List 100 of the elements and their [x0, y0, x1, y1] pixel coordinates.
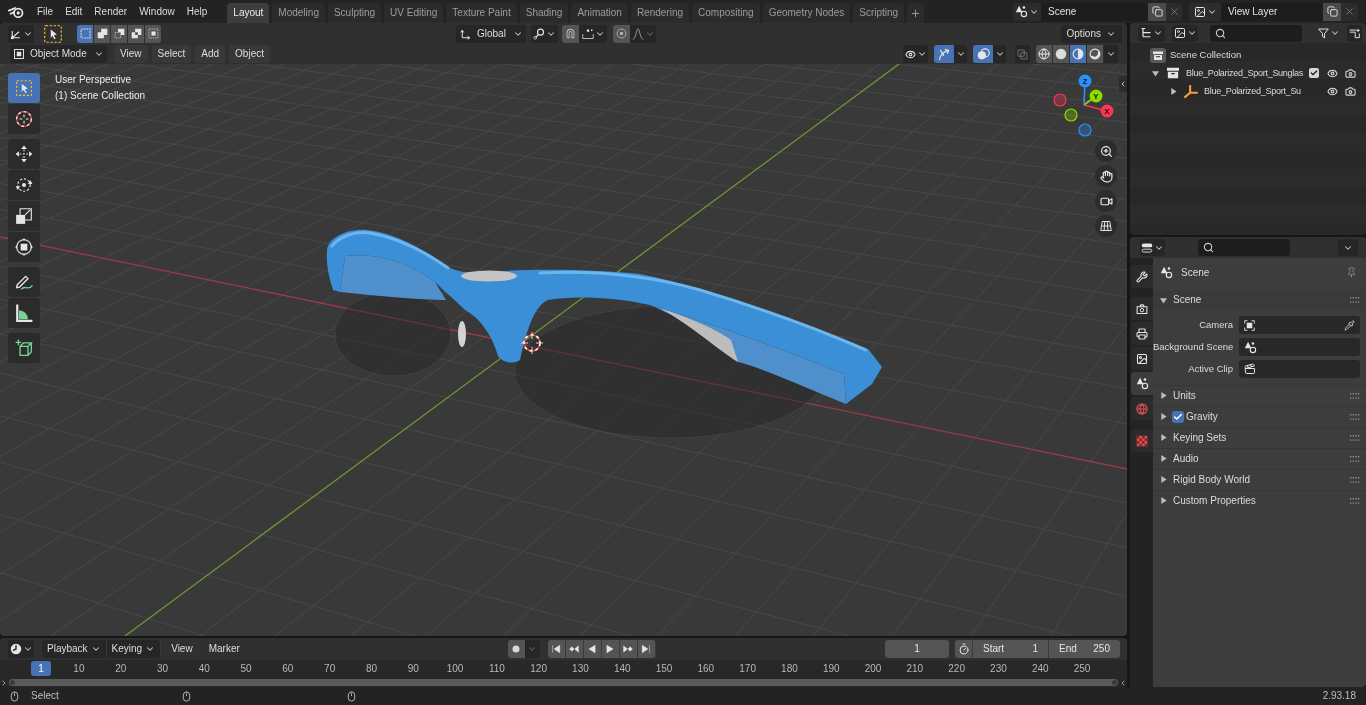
pivot-point-dropdown[interactable] [531, 24, 558, 43]
editor-type-button[interactable] [8, 24, 34, 43]
new-collection-button[interactable] [1347, 24, 1362, 42]
header-menu[interactable]: View [114, 45, 148, 63]
dropdown-button[interactable] [993, 45, 1006, 63]
timeline-menu[interactable]: View [165, 640, 199, 658]
menu-item[interactable]: File [31, 2, 60, 21]
selection-mode-button[interactable] [94, 24, 111, 43]
tool-button[interactable] [8, 104, 40, 134]
display-mode-dropdown[interactable] [1172, 24, 1198, 42]
eyedropper-icon[interactable] [1344, 319, 1355, 331]
camera-icon[interactable] [1345, 67, 1356, 79]
region-toggle-icon[interactable] [1119, 678, 1127, 687]
tool-button[interactable] [8, 170, 40, 200]
checkbox[interactable] [1172, 410, 1184, 423]
mode-dropdown[interactable]: Object Mode [10, 45, 107, 63]
workspace-tab[interactable]: Rendering [630, 3, 690, 23]
workspace-tab[interactable]: UV Editing [384, 3, 444, 23]
panel-header[interactable]: Gravity [1153, 406, 1366, 426]
navigation-gizmo[interactable]: X Y Z [1051, 74, 1119, 138]
region-toggle-icon[interactable] [0, 678, 8, 687]
dropdown-button[interactable] [1104, 45, 1118, 63]
workspace-tab[interactable]: Layout [227, 3, 270, 23]
camera-icon[interactable] [1345, 85, 1356, 97]
scene-name-field[interactable]: Scene [1041, 2, 1148, 21]
menu-item[interactable]: Render [88, 2, 134, 21]
exclude-checkbox[interactable] [1309, 68, 1319, 78]
menu-item[interactable]: Edit [59, 2, 89, 21]
duplicate-button[interactable] [1323, 2, 1341, 21]
xray-toggle[interactable] [1015, 45, 1030, 63]
workspace-tab[interactable]: Animation [571, 3, 628, 23]
camera-view-button[interactable] [1095, 190, 1117, 212]
eye-icon[interactable] [1327, 67, 1338, 79]
outliner-row[interactable]: Blue_Polarized_Sport_Su [1148, 82, 1366, 100]
tool-button[interactable] [8, 333, 40, 363]
editor-type-button[interactable] [1138, 24, 1165, 42]
selection-mode-button[interactable] [111, 24, 128, 43]
timeline-menu[interactable]: Marker [202, 640, 246, 658]
object-field[interactable] [1239, 338, 1360, 356]
jump-to-start-button[interactable] [547, 640, 566, 658]
snap-target-dropdown[interactable] [579, 24, 607, 43]
selection-mode-button[interactable] [128, 24, 145, 43]
tool-button[interactable] [8, 232, 40, 262]
proportional-edit-button[interactable] [613, 24, 630, 43]
playhead[interactable]: 1 [31, 661, 51, 676]
workspace-tab[interactable]: Modeling [272, 3, 325, 23]
tool-button[interactable] [8, 267, 40, 297]
editor-type-button[interactable] [8, 640, 34, 658]
gizmo-toggle[interactable] [934, 45, 954, 63]
end-frame-field[interactable]: End 250 [1048, 640, 1120, 658]
shading-mode-button[interactable] [1087, 45, 1104, 63]
outliner-row[interactable]: Scene Collection [1130, 46, 1366, 64]
visibility-dropdown[interactable] [903, 45, 928, 63]
options-dropdown[interactable]: Options [1060, 24, 1122, 43]
properties-tab[interactable] [1131, 297, 1153, 320]
sidebar-toggle-button[interactable] [1119, 76, 1127, 92]
selection-mode-button[interactable] [77, 24, 94, 43]
record-button[interactable] [507, 640, 525, 658]
preview-range-button[interactable] [955, 640, 972, 658]
selection-mode-button[interactable] [145, 24, 162, 43]
tool-button[interactable] [8, 201, 40, 231]
search-field[interactable] [1198, 239, 1290, 256]
duplicate-button[interactable] [1148, 2, 1166, 21]
editor-type-button[interactable] [1140, 239, 1165, 256]
start-frame-field[interactable]: Start 1 [972, 640, 1048, 658]
object-field[interactable] [1239, 316, 1360, 334]
properties-tab[interactable] [1131, 372, 1153, 395]
object-field[interactable] [1239, 360, 1360, 378]
scene-selector-button[interactable] [1013, 2, 1041, 21]
outliner-row[interactable]: Blue_Polarized_Sport_Sunglas [1130, 64, 1366, 82]
workspace-tab[interactable]: Geometry Nodes [762, 3, 851, 23]
header-menu[interactable]: Add [195, 45, 226, 63]
workspace-tab[interactable]: Scripting [853, 3, 905, 23]
workspace-tab[interactable]: Shading [519, 3, 569, 23]
properties-tab[interactable] [1131, 347, 1153, 370]
properties-tab[interactable] [1131, 265, 1153, 288]
workspace-tab[interactable]: Compositing [692, 3, 760, 23]
active-tool-icon[interactable] [44, 24, 62, 43]
header-menu[interactable]: Object [229, 45, 270, 63]
add-workspace-button[interactable] [907, 3, 925, 23]
search-field[interactable] [1210, 24, 1302, 42]
view-layer-selector-button[interactable] [1189, 2, 1221, 21]
timeline-scrollbar[interactable] [9, 679, 1118, 686]
tool-button[interactable] [8, 298, 40, 328]
falloff-dropdown[interactable] [630, 24, 656, 43]
header-menu[interactable]: Select [151, 45, 192, 63]
pin-icon[interactable] [1346, 267, 1357, 278]
dropdown-button[interactable] [954, 45, 967, 63]
eye-icon[interactable] [1327, 85, 1338, 97]
shading-mode-button[interactable] [1053, 45, 1070, 63]
timeline-dropdown[interactable]: Playback [42, 640, 107, 658]
timeline-dropdown[interactable]: Keying [106, 640, 162, 658]
menu-item[interactable]: Help [180, 2, 214, 21]
zoom-button[interactable] [1095, 140, 1117, 162]
menu-item[interactable]: Window [133, 2, 181, 21]
workspace-tab[interactable]: Sculpting [327, 3, 382, 23]
shading-mode-button[interactable] [1070, 45, 1087, 63]
overlay-toggle[interactable] [973, 45, 993, 63]
properties-tab[interactable] [1131, 322, 1153, 345]
snap-toggle-button[interactable] [562, 24, 579, 43]
